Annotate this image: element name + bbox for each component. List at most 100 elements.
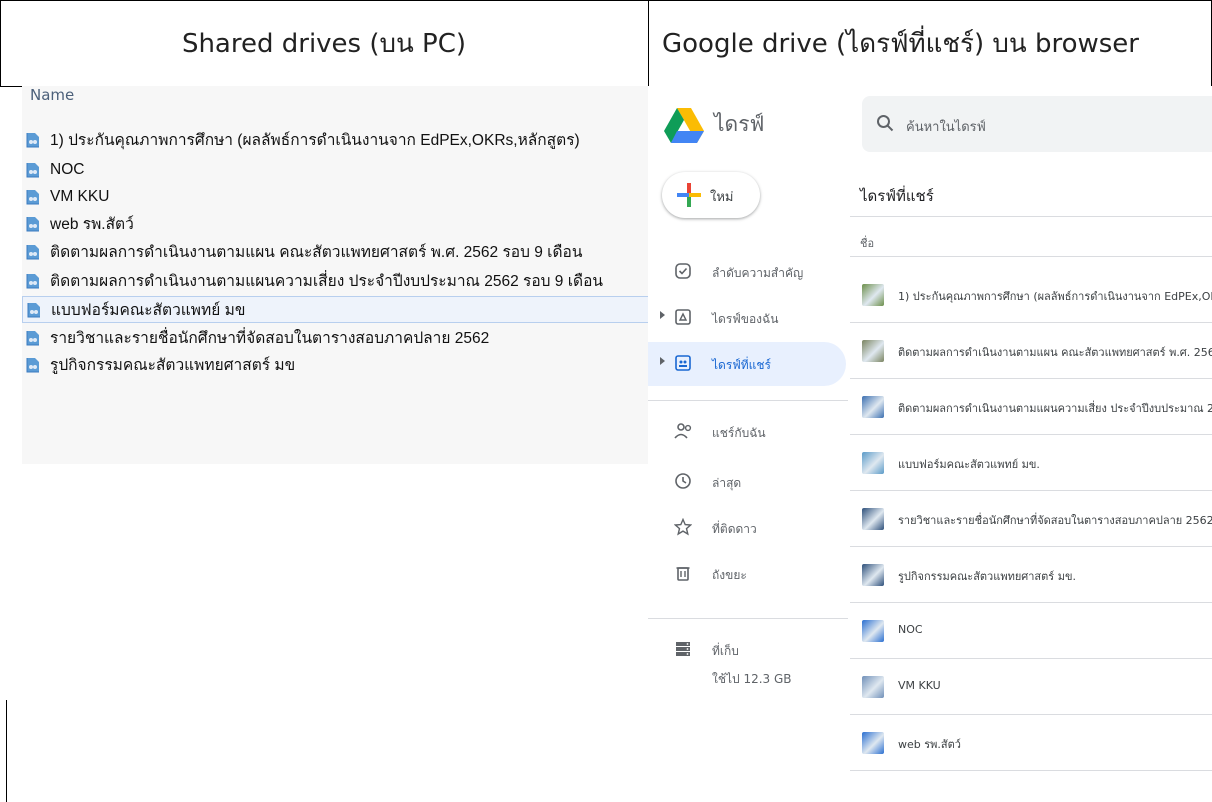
file-explorer-panel: Name 1) ประกันคุณภาพการศึกษา (ผลลัพธ์การ… bbox=[22, 86, 662, 464]
shared-drive-folder-icon bbox=[26, 189, 40, 205]
plus-icon bbox=[676, 182, 702, 212]
shared-drive-folder[interactable]: ติดตามผลการดำเนินงานตามแผน คณะสัตวแพทยศา… bbox=[22, 238, 654, 265]
shared-drive-row[interactable]: รูปกิจกรรมคณะสัตวแพทยศาสตร์ มข. bbox=[850, 548, 1212, 603]
shared-drive-folder[interactable]: แบบฟอร์มคณะสัตวแพทย์ มข bbox=[22, 296, 654, 323]
people-icon bbox=[674, 422, 694, 442]
shared-drive-folder-icon bbox=[27, 302, 41, 318]
shared-drive-name: ติดตามผลการดำเนินงานตามแผน คณะสัตวแพทยศา… bbox=[898, 346, 1212, 359]
expand-caret-icon[interactable] bbox=[660, 357, 665, 365]
shared-drive-folder-icon bbox=[26, 357, 40, 373]
folder-label: web รพ.สัตว์ bbox=[50, 216, 134, 233]
sidebar-item-people[interactable]: แชร์กับฉัน bbox=[648, 410, 848, 454]
sidebar-item-label: ไดรฟ์ของฉัน bbox=[712, 312, 779, 326]
shared-drive-thumbnail-icon bbox=[862, 732, 884, 754]
header-shared-drives-pc: Shared drives (บน PC) bbox=[181, 28, 467, 59]
shared-drive-name: NOC bbox=[898, 623, 923, 636]
new-button[interactable]: ใหม่ bbox=[662, 172, 760, 218]
sidebar-item-priority[interactable]: ลำดับความสำคัญ bbox=[648, 250, 848, 294]
google-drive-window: ไดรฟ์ ค้นหาในไดรฟ์ ใหม่ ลำดับความสำคัญได… bbox=[648, 86, 1212, 802]
drive-search-input[interactable]: ค้นหาในไดรฟ์ bbox=[862, 96, 1212, 152]
sidebar-item-trash[interactable]: ถังขยะ bbox=[648, 552, 848, 596]
shared-drive-folder-icon bbox=[26, 132, 40, 148]
sidebar-item-label: ไดรฟ์ที่แชร์ bbox=[712, 358, 772, 372]
section-divider bbox=[850, 216, 1212, 217]
trash-icon bbox=[674, 564, 694, 584]
shared-drive-name: รายวิชาและรายชื่อนักศึกษาที่จัดสอบในตารา… bbox=[898, 514, 1212, 527]
sidebar-item-label: แชร์กับฉัน bbox=[712, 426, 766, 440]
storage-icon bbox=[674, 640, 694, 660]
table-divider bbox=[648, 0, 649, 86]
new-button-label: ใหม่ bbox=[710, 190, 734, 205]
shared-drive-row[interactable]: VM KKU bbox=[850, 660, 1212, 715]
sidebar-item-label: ถังขยะ bbox=[712, 568, 747, 582]
shared-drives-icon bbox=[674, 354, 694, 374]
shared-drive-folder[interactable]: web รพ.สัตว์ bbox=[22, 210, 654, 237]
shared-drive-thumbnail-icon bbox=[862, 564, 884, 586]
search-placeholder: ค้นหาในไดรฟ์ bbox=[906, 120, 986, 135]
shared-drive-thumbnail-icon bbox=[862, 284, 884, 306]
shared-drive-row[interactable]: NOC bbox=[850, 604, 1212, 659]
google-drive-logo-icon bbox=[664, 108, 704, 144]
sidebar-item-shared-drives[interactable]: ไดรฟ์ที่แชร์ bbox=[648, 342, 846, 386]
column-header-name[interactable]: Name bbox=[30, 86, 74, 104]
star-icon bbox=[673, 517, 694, 538]
shared-drive-folder-icon bbox=[26, 330, 40, 346]
shared-drive-name: รูปกิจกรรมคณะสัตวแพทยศาสตร์ มข. bbox=[898, 570, 1076, 583]
shared-drive-folder[interactable]: รูปกิจกรรมคณะสัตวแพทยศาสตร์ มข bbox=[22, 351, 654, 378]
shared-drive-name: VM KKU bbox=[898, 679, 941, 692]
folder-label: แบบฟอร์มคณะสัตวแพทย์ มข bbox=[51, 302, 246, 319]
clock-icon bbox=[674, 472, 694, 492]
column-header-divider bbox=[850, 256, 1212, 257]
sidebar-item-clock[interactable]: ล่าสุด bbox=[648, 460, 848, 504]
sidebar-item-label: ลำดับความสำคัญ bbox=[712, 266, 804, 280]
shared-drive-name: แบบฟอร์มคณะสัตวแพทย์ มข. bbox=[898, 458, 1040, 471]
expand-caret-icon[interactable] bbox=[660, 311, 665, 319]
shared-drive-thumbnail-icon bbox=[862, 620, 884, 642]
shared-drive-name: web รพ.สัตว์ bbox=[898, 738, 961, 751]
shared-drive-folder-icon bbox=[26, 244, 40, 260]
shared-drive-row[interactable]: แบบฟอร์มคณะสัตวแพทย์ มข. bbox=[850, 436, 1212, 491]
shared-drive-row[interactable]: web รพ.สัตว์ bbox=[850, 716, 1212, 771]
table-left-border-lower bbox=[6, 700, 7, 802]
shared-drive-row[interactable]: รายวิชาและรายชื่อนักศึกษาที่จัดสอบในตารา… bbox=[850, 492, 1212, 547]
sidebar-divider bbox=[648, 400, 848, 401]
sidebar-item-label: ล่าสุด bbox=[712, 476, 742, 490]
folder-label: ติดตามผลการดำเนินงานตามแผนความเสี่ยง ประ… bbox=[50, 273, 603, 290]
folder-label: ติดตามผลการดำเนินงานตามแผน คณะสัตวแพทยศา… bbox=[50, 244, 583, 261]
sidebar-item-label: ที่ติดดาว bbox=[712, 522, 757, 536]
shared-drive-folder[interactable]: ติดตามผลการดำเนินงานตามแผนความเสี่ยง ประ… bbox=[22, 267, 654, 294]
header-google-drive-browser: Google drive (ไดรฟ์ที่แชร์) บน browser bbox=[662, 28, 1139, 59]
folder-label: รูปกิจกรรมคณะสัตวแพทยศาสตร์ มข bbox=[50, 357, 296, 374]
shared-drive-name: 1) ประกันคุณภาพการศึกษา (ผลลัพธ์การดำเนิ… bbox=[898, 290, 1212, 303]
shared-drive-folder[interactable]: 1) ประกันคุณภาพการศึกษา (ผลลัพธ์การดำเนิ… bbox=[22, 126, 654, 153]
shared-drive-name: ติดตามผลการดำเนินงานตามแผนความเสี่ยง ประ… bbox=[898, 402, 1212, 415]
shared-drive-thumbnail-icon bbox=[862, 396, 884, 418]
shared-drive-folder-icon bbox=[26, 216, 40, 232]
section-title: ไดรฟ์ที่แชร์ bbox=[860, 187, 934, 205]
sidebar-item-star[interactable]: ที่ติดดาว bbox=[648, 506, 848, 550]
shared-drive-row[interactable]: ติดตามผลการดำเนินงานตามแผน คณะสัตวแพทยศา… bbox=[850, 324, 1212, 379]
shared-drive-folder[interactable]: NOC bbox=[22, 156, 654, 183]
search-icon[interactable] bbox=[876, 114, 894, 136]
drive-app-title: ไดรฟ์ bbox=[714, 112, 765, 136]
shared-drive-thumbnail-icon bbox=[862, 452, 884, 474]
folder-label: VM KKU bbox=[50, 187, 110, 205]
sidebar-item-storage[interactable]: ที่เก็บ bbox=[648, 628, 848, 672]
folder-label: NOC bbox=[50, 160, 85, 178]
sidebar-divider bbox=[648, 618, 848, 619]
shared-drive-folder[interactable]: VM KKU bbox=[22, 183, 654, 210]
sidebar-item-my-drive[interactable]: ไดรฟ์ของฉัน bbox=[648, 296, 848, 340]
shared-drive-folder-icon bbox=[26, 273, 40, 289]
folder-label: 1) ประกันคุณภาพการศึกษา (ผลลัพธ์การดำเนิ… bbox=[50, 132, 580, 149]
folder-label: รายวิชาและรายชื่อนักศึกษาที่จัดสอบในตารา… bbox=[50, 330, 490, 347]
column-header-name[interactable]: ชื่อ bbox=[860, 234, 874, 252]
my-drive-icon bbox=[674, 308, 694, 328]
shared-drive-thumbnail-icon bbox=[862, 508, 884, 530]
shared-drive-folder[interactable]: รายวิชาและรายชื่อนักศึกษาที่จัดสอบในตารา… bbox=[22, 324, 654, 351]
shared-drive-folder-icon bbox=[26, 162, 40, 178]
shared-drive-thumbnail-icon bbox=[862, 340, 884, 362]
shared-drive-row[interactable]: ติดตามผลการดำเนินงานตามแผนความเสี่ยง ประ… bbox=[850, 380, 1212, 435]
sidebar-item-label: ที่เก็บ bbox=[712, 644, 739, 658]
shared-drive-row[interactable]: 1) ประกันคุณภาพการศึกษา (ผลลัพธ์การดำเนิ… bbox=[850, 268, 1212, 323]
priority-icon bbox=[674, 262, 694, 282]
